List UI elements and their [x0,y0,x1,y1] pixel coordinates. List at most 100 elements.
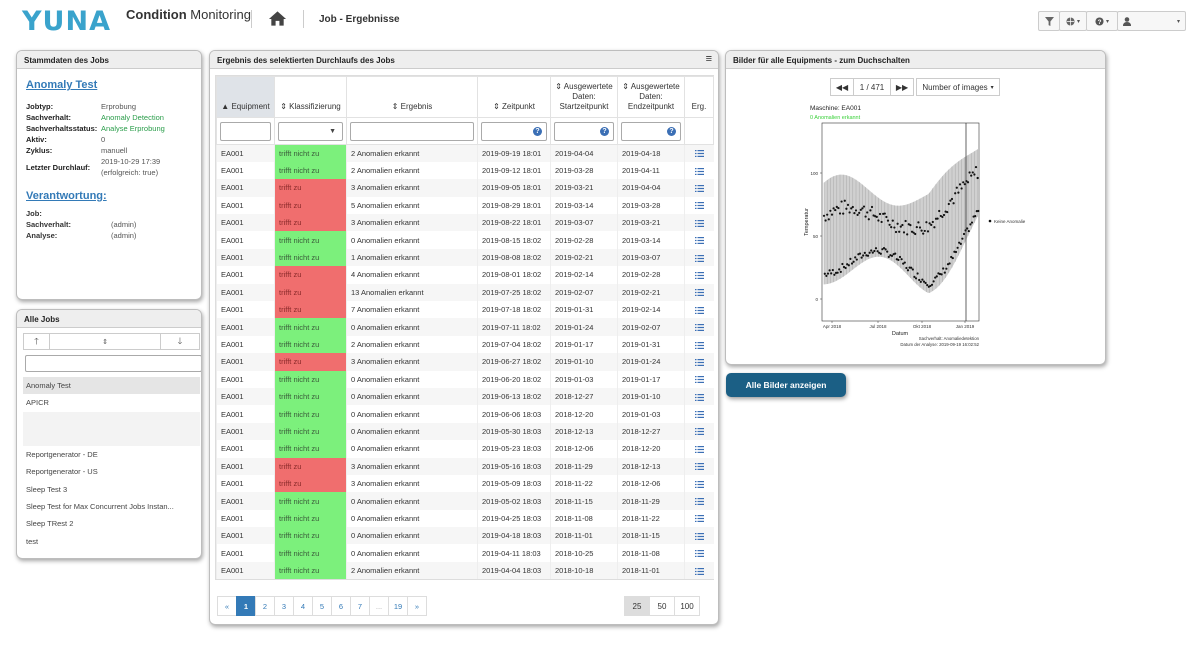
page-size-button[interactable]: 25 [624,596,650,616]
list-icon[interactable] [694,463,704,471]
help-icon[interactable]: ? [533,126,542,136]
page-size-button[interactable]: 50 [649,596,675,616]
prev-image-button[interactable]: ◀◀ [830,78,854,96]
table-row[interactable]: EA001 trifft nicht zu 0 Anomalien erkannt 2… [216,422,714,441]
start-filter-input[interactable]: ? [554,121,614,141]
page-button[interactable]: 7 [350,596,370,616]
list-icon[interactable] [694,306,704,314]
list-icon[interactable] [694,202,704,210]
table-row[interactable]: EA001 trifft nicht zu 0 Anomalien erkannt 2… [216,440,714,458]
job-list-item[interactable]: Sleep Test for Max Concurrent Jobs Insta… [23,498,200,515]
col-equipment[interactable]: ▲ Equipment [216,76,275,118]
details-cell[interactable] [684,144,714,162]
help-button[interactable]: ? ▾ [1086,11,1118,31]
details-cell[interactable] [684,422,714,441]
list-icon[interactable] [694,567,704,575]
table-row[interactable]: EA001 trifft zu 3 Anomalien erkannt 2019-05… [216,474,714,493]
list-icon[interactable] [694,271,704,279]
classification-filter-select[interactable]: ▼ [278,121,343,141]
table-row[interactable]: EA001 trifft nicht zu 0 Anomalien erkannt 2… [216,405,714,423]
list-icon[interactable] [694,515,704,523]
jobs-filter-input[interactable] [25,355,201,372]
job-list-item[interactable]: Reportgenerator - US [23,463,200,480]
list-icon[interactable] [694,445,704,453]
home-icon[interactable] [268,10,287,27]
table-row[interactable]: EA001 trifft nicht zu 2 Anomalien erkannt 2… [216,335,714,354]
table-row[interactable]: EA001 trifft zu 3 Anomalien erkannt 2019-05… [216,457,714,475]
list-icon[interactable] [694,376,704,384]
menu-icon[interactable]: ≡ [706,53,712,65]
details-cell[interactable] [684,527,714,545]
details-cell[interactable] [684,492,714,510]
job-list-item[interactable]: Reportgenerator - DE [23,446,200,463]
table-row[interactable]: EA001 trifft zu 3 Anomalien erkannt 2019-08… [216,214,714,232]
list-icon[interactable] [694,324,704,332]
page-button[interactable]: 2 [255,596,275,616]
list-icon[interactable] [694,358,704,366]
list-icon[interactable] [694,254,704,262]
sort-up-button[interactable]: 🡑 [24,334,50,349]
list-icon[interactable] [694,550,704,558]
col-classification[interactable]: ⇕ Klassifizierung [274,76,347,118]
page-button[interactable]: 5 [312,596,332,616]
page-size-button[interactable]: 100 [674,596,700,616]
list-icon[interactable] [694,480,704,488]
page-button[interactable]: 3 [274,596,294,616]
details-cell[interactable] [684,196,714,215]
details-cell[interactable] [684,248,714,267]
job-list-item[interactable] [23,428,200,447]
page-button[interactable]: 6 [331,596,351,616]
details-cell[interactable] [684,544,714,562]
table-row[interactable]: EA001 trifft nicht zu 0 Anomalien erkannt 2… [216,318,714,336]
details-cell[interactable] [684,179,714,197]
table-row[interactable]: EA001 trifft zu 4 Anomalien erkannt 2019-08… [216,266,714,284]
table-row[interactable]: EA001 trifft zu 3 Anomalien erkannt 2019-06… [216,353,714,371]
details-cell[interactable] [684,353,714,371]
page-button[interactable]: 19 [388,596,408,616]
table-row[interactable]: EA001 trifft zu 13 Anomalien erkannt 2019-0… [216,283,714,302]
details-cell[interactable] [684,335,714,354]
table-row[interactable]: EA001 trifft nicht zu 0 Anomalien erkannt 2… [216,387,714,406]
job-name-link[interactable]: Anomaly Test [26,79,192,91]
col-result[interactable]: ⇕ Ergebnis [346,76,478,118]
job-list-item[interactable] [23,411,200,429]
details-cell[interactable] [684,231,714,249]
sort-down-button[interactable]: 🡓 [161,334,199,349]
table-row[interactable]: EA001 trifft nicht zu 0 Anomalien erkannt 2… [216,370,714,388]
prev-page-button[interactable]: « [217,596,237,616]
table-row[interactable]: EA001 trifft nicht zu 0 Anomalien erkannt 2… [216,544,714,562]
list-icon[interactable] [694,498,704,506]
details-cell[interactable] [684,214,714,232]
page-button[interactable]: 4 [293,596,313,616]
table-row[interactable]: EA001 trifft nicht zu 0 Anomalien erkannt 2… [216,509,714,528]
job-list-item[interactable]: Sleep TRest 2 [23,515,200,532]
list-icon[interactable] [694,532,704,540]
details-cell[interactable] [684,474,714,493]
table-row[interactable]: EA001 trifft zu 7 Anomalien erkannt 2019-07… [216,301,714,319]
table-row[interactable]: EA001 trifft nicht zu 1 Anomalien erkannt 2… [216,248,714,267]
list-icon[interactable] [694,411,704,419]
number-of-images-dropdown[interactable]: Number of images ▾ [916,78,1000,96]
list-icon[interactable] [694,167,704,175]
table-row[interactable]: EA001 trifft nicht zu 2 Anomalien erkannt 2… [216,144,714,162]
language-button[interactable]: ▾ [1059,11,1087,31]
next-page-button[interactable]: » [407,596,427,616]
help-icon[interactable]: ? [600,126,609,136]
job-list-item[interactable]: test [23,533,200,550]
show-all-images-button[interactable]: Alle Bilder anzeigen [726,373,846,397]
table-row[interactable]: EA001 trifft nicht zu 0 Anomalien erkannt 2… [216,231,714,249]
table-row[interactable]: EA001 trifft zu 3 Anomalien erkannt 2019-09… [216,179,714,197]
help-icon[interactable]: ? [667,126,676,136]
details-cell[interactable] [684,405,714,423]
yuna-logo[interactable]: YUNA [22,6,111,37]
end-filter-input[interactable]: ? [621,121,681,141]
result-filter-input[interactable] [350,121,474,141]
table-row[interactable]: EA001 trifft zu 5 Anomalien erkannt 2019-08… [216,196,714,215]
details-cell[interactable] [684,509,714,528]
sort-toggle-button[interactable]: ⇕ [50,334,161,349]
details-cell[interactable] [684,266,714,284]
job-list-item[interactable]: Sleep Test 3 [23,481,200,498]
col-end[interactable]: ⇕ Ausgewertete Daten: Endzeitpunkt [617,76,685,118]
list-icon[interactable] [694,289,704,297]
table-row[interactable]: EA001 trifft nicht zu 0 Anomalien erkannt 2… [216,527,714,545]
